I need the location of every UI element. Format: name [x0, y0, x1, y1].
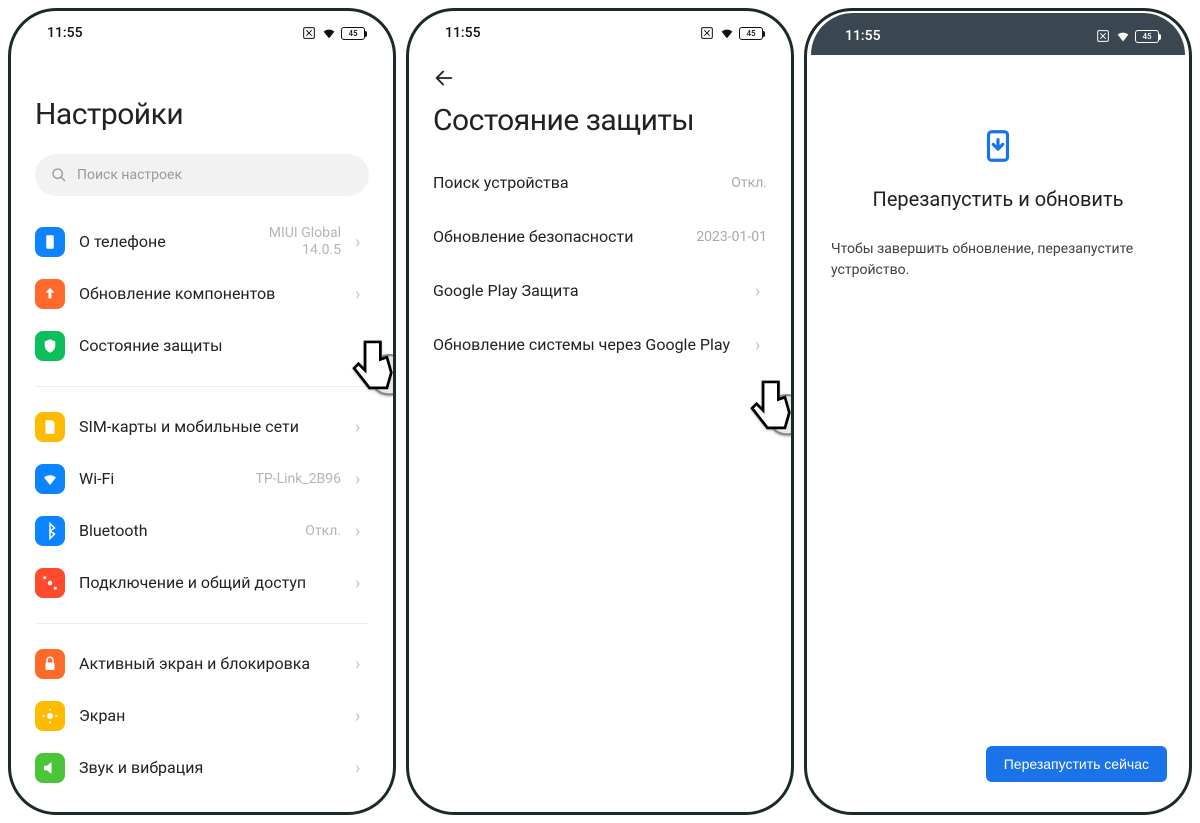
search-placeholder: Поиск настроек: [77, 167, 182, 183]
chevron-right-icon: ›: [355, 706, 369, 727]
sound-icon: [35, 753, 65, 783]
page-title: Настройки: [35, 97, 369, 132]
status-icons: 45: [301, 25, 365, 41]
row-system-update-gplay[interactable]: Обновление системы через Google Play ›: [433, 318, 767, 372]
row-connection-share[interactable]: Подключение и общий доступ ›: [35, 557, 369, 609]
update-icon: [35, 279, 65, 309]
chevron-right-icon: ›: [355, 417, 369, 438]
phone-settings: 11:55 45 Настройки Поиск настроек О теле…: [8, 8, 396, 815]
nosim-icon: [699, 25, 715, 41]
page-title: Состояние защиты: [433, 103, 767, 138]
status-bar: 11:55 45: [13, 15, 391, 51]
shield-icon: [35, 331, 65, 361]
status-time: 11:55: [445, 25, 481, 41]
row-security-update[interactable]: Обновление безопасности 2023-01-01: [433, 210, 767, 264]
status-bar: 11:55 45: [411, 15, 789, 51]
battery-icon: 45: [341, 27, 365, 40]
search-icon: [51, 167, 67, 183]
battery-icon: 45: [739, 27, 763, 40]
status-time: 11:55: [47, 25, 83, 41]
cursor-hand-icon: [739, 371, 794, 441]
phone-update-prompt: 11:55 45 Перезапустить и обновить Чтобы …: [804, 8, 1192, 815]
chevron-right-icon: ›: [355, 758, 369, 779]
update-title: Перезапустить и обновить: [873, 187, 1124, 211]
brightness-icon: [35, 701, 65, 731]
row-play-protect[interactable]: Google Play Защита ›: [433, 264, 767, 318]
divider: [35, 386, 369, 387]
wifi-icon: [321, 25, 337, 41]
row-lockscreen[interactable]: Активный экран и блокировка ›: [35, 638, 369, 690]
update-body: Чтобы завершить обновление, перезапустит…: [831, 239, 1165, 281]
chevron-right-icon: ›: [355, 232, 369, 253]
phone-icon: [35, 227, 65, 257]
wifi-icon: [719, 25, 735, 41]
bluetooth-icon: [35, 516, 65, 546]
nosim-icon: [301, 25, 317, 41]
chevron-right-icon: ›: [355, 573, 369, 594]
search-input[interactable]: Поиск настроек: [35, 154, 369, 196]
wifi-row-icon: [35, 464, 65, 494]
chevron-right-icon: ›: [755, 335, 767, 356]
arrow-left-icon: [433, 67, 455, 89]
row-bluetooth[interactable]: Bluetooth Откл. ›: [35, 505, 369, 557]
status-icons: 45: [1095, 28, 1159, 44]
row-wifi[interactable]: Wi-Fi TP-Link_2B96 ›: [35, 453, 369, 505]
lock-icon: [35, 649, 65, 679]
chevron-right-icon: ›: [355, 654, 369, 675]
sim-icon: [35, 412, 65, 442]
status-icons: 45: [699, 25, 763, 41]
share-icon: [35, 568, 65, 598]
status-bar: 11:55 45: [811, 13, 1185, 55]
row-sound[interactable]: Звук и вибрация ›: [35, 742, 369, 794]
row-find-device[interactable]: Поиск устройства Откл.: [433, 156, 767, 210]
row-display[interactable]: Экран ›: [35, 690, 369, 742]
chevron-right-icon: ›: [755, 281, 767, 302]
phone-security-status: 11:55 45 Состояние защиты Поиск устройст…: [406, 8, 794, 815]
chevron-right-icon: ›: [355, 284, 369, 305]
wifi-icon: [1115, 28, 1131, 44]
status-time: 11:55: [845, 28, 881, 44]
chevron-right-icon: ›: [355, 469, 369, 490]
back-button[interactable]: [433, 51, 767, 103]
divider: [35, 623, 369, 624]
battery-icon: 45: [1135, 30, 1159, 43]
restart-now-button[interactable]: Перезапустить сейчас: [986, 746, 1167, 782]
row-sim[interactable]: SIM-карты и мобильные сети ›: [35, 401, 369, 453]
row-component-update[interactable]: Обновление компонентов ›: [35, 268, 369, 320]
row-about-phone[interactable]: О телефоне MIUI Global 14.0.5 ›: [35, 216, 369, 268]
row-security-status[interactable]: Состояние защиты: [35, 320, 369, 372]
system-update-icon: [979, 127, 1017, 165]
nosim-icon: [1095, 28, 1111, 44]
chevron-right-icon: ›: [355, 521, 369, 542]
